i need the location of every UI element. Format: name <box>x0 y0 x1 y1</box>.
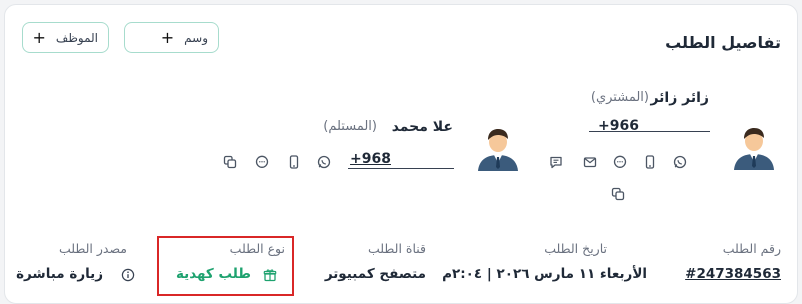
whatsapp-icon[interactable] <box>317 155 331 169</box>
buyer-role: (المشتري) <box>590 90 649 105</box>
order-date-label: تاريخ الطلب <box>544 241 607 256</box>
mobile-phone-icon[interactable] <box>643 155 657 169</box>
order-source-label: مصدر الطلب <box>58 241 127 256</box>
order-number-value[interactable]: #247384563 <box>685 266 781 282</box>
receiver-name: علا محمد <box>391 119 453 135</box>
mobile-phone-icon[interactable] <box>287 155 301 169</box>
order-channel-label: قناة الطلب <box>367 241 426 256</box>
info-icon[interactable] <box>121 268 135 282</box>
receiver-phone-underline <box>348 168 454 169</box>
gift-icon <box>263 268 277 282</box>
employee-button-label: الموظف <box>55 30 98 45</box>
chat-bubble-icon[interactable] <box>613 155 627 169</box>
add-employee-button[interactable]: الموظف + <box>22 22 109 53</box>
plus-icon: + <box>160 27 175 47</box>
copy-icon[interactable] <box>223 155 237 169</box>
order-type-value: طلب كهدية <box>175 266 251 282</box>
buyer-avatar <box>731 124 777 170</box>
copy-icon[interactable] <box>611 187 625 201</box>
page-title: تفاصيل الطلب <box>665 33 781 52</box>
order-type-label: نوع الطلب <box>229 241 285 256</box>
buyer-name: زائر زائر <box>650 90 709 106</box>
email-icon[interactable] <box>583 155 597 169</box>
receiver-avatar <box>475 125 521 171</box>
tag-button-label: وسم <box>184 30 208 45</box>
order-source-value: زيارة مباشرة <box>16 266 103 282</box>
receiver-phone[interactable]: +968 <box>350 151 391 167</box>
order-date-value: الأربعاء ١١ مارس ٢٠٢٦ | ٢:٠٤م <box>442 266 647 282</box>
order-channel-value: متصفح كمبيوتر <box>324 266 426 282</box>
add-tag-button[interactable]: وسم + <box>124 22 219 53</box>
message-icon[interactable] <box>549 155 563 169</box>
order-details-card: تفاصيل الطلب وسم + الموظف + زائر زائر (ا… <box>4 4 798 304</box>
whatsapp-icon[interactable] <box>673 155 687 169</box>
receiver-role: (المستلم) <box>323 119 377 134</box>
buyer-phone-underline <box>589 131 710 132</box>
chat-bubble-icon[interactable] <box>255 155 269 169</box>
order-number-label: رقم الطلب <box>722 241 781 256</box>
plus-icon: + <box>32 27 46 47</box>
